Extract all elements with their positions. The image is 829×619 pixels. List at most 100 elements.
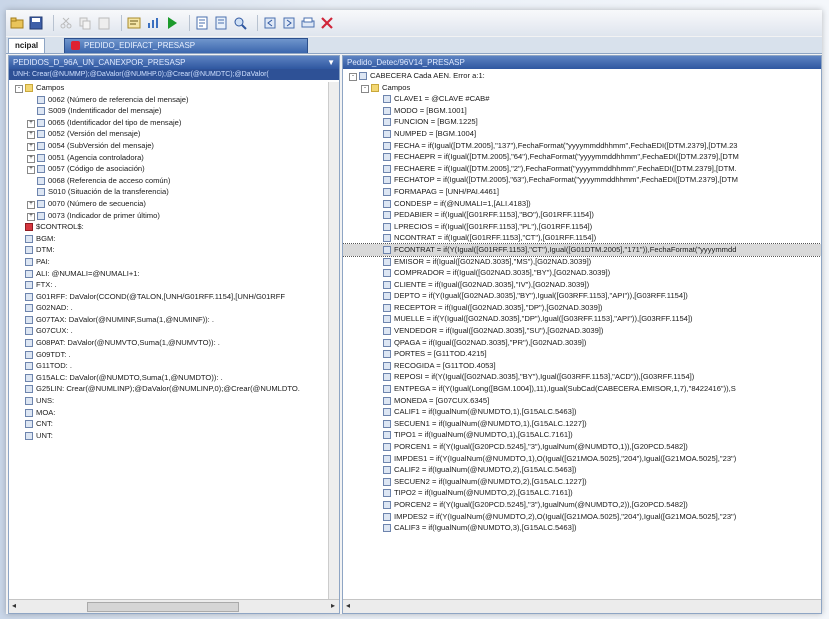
tree-row[interactable]: PORCEN1 = if(Y(Igual([G20PCD.5245],"3"),… <box>343 441 821 453</box>
expand-icon[interactable]: + <box>27 131 35 140</box>
tree-row[interactable]: +0057 (Código de asociación) <box>9 163 339 175</box>
back-icon[interactable] <box>263 16 277 30</box>
tree-row[interactable]: - Campos <box>9 82 339 94</box>
tree-row[interactable]: FECHAEPR = if(Igual([DTM.2005],"64"),Fec… <box>343 151 821 163</box>
doc-icon[interactable] <box>214 16 228 30</box>
paste-icon[interactable] <box>97 16 111 30</box>
tab-principal[interactable]: ncipal <box>8 38 46 53</box>
tree-row[interactable]: - Campos <box>343 82 821 94</box>
tree-row[interactable]: QPAGA = if(Igual([G02NAD.3035],"PR"),[G0… <box>343 337 821 349</box>
horizontal-scrollbar[interactable]: ◂ ▸ <box>9 599 339 613</box>
tree-row[interactable]: - CABECERA Cada AEN. Error a:1: <box>343 70 821 82</box>
tree-row[interactable]: LPRECIOS = if(Igual([G01RFF.1153],"PL"),… <box>343 221 821 233</box>
properties-icon[interactable] <box>127 16 141 30</box>
tree-row[interactable]: SECUEN2 = if(IgualNum(@NUMDTO,2),[G15ALC… <box>343 476 821 488</box>
tree-row[interactable]: CLAVE1 = @CLAVE #CAB# <box>343 93 821 105</box>
find-icon[interactable] <box>233 16 247 30</box>
tree-row[interactable]: CONDESP = if(@NUMALI=1,[ALI.4183]) <box>343 198 821 210</box>
tree-row[interactable]: G25LIN: Crear(@NUMLINP);@DaValor(@NUMLIN… <box>9 383 339 395</box>
tree-row[interactable]: G01RFF: DaValor(CCOND(@TALON,[UNH/G01RFF… <box>9 291 339 303</box>
tree-row[interactable]: BGM: <box>9 233 339 245</box>
tree-row[interactable]: G02NAD: . <box>9 302 339 314</box>
close-icon[interactable] <box>71 41 80 51</box>
chart-icon[interactable] <box>146 16 160 30</box>
tree-row[interactable]: FORMAPAG = [UNH/PAI.4461] <box>343 186 821 198</box>
tree-row[interactable]: G07TAX: DaValor(@NUMINF,Suma(1,@NUMINF))… <box>9 314 339 326</box>
expand-icon[interactable]: + <box>27 142 35 151</box>
tree-row[interactable]: +0052 (Versión del mensaje) <box>9 128 339 140</box>
tree-row[interactable]: NUMPED = [BGM.1004] <box>343 128 821 140</box>
new-doc-icon[interactable] <box>195 16 209 30</box>
tree-row[interactable]: CALIF2 = if(IgualNum(@NUMDTO,2),[G15ALC.… <box>343 464 821 476</box>
tree-row[interactable]: VENDEDOR = if(Igual([G02NAD.3035],"SU"),… <box>343 325 821 337</box>
tree-row[interactable]: CALIF3 = if(IgualNum(@NUMDTO,3),[G15ALC.… <box>343 522 821 534</box>
tree-row[interactable]: G09TDT: . <box>9 349 339 361</box>
tree-row[interactable]: FCONTRAT = if(Y(Igual([G01RFF.1153],"CT"… <box>343 242 821 257</box>
tree-row[interactable]: ALI: @NUMALI=@NUMALI+1: <box>9 268 339 280</box>
tree-row[interactable]: EMISOR = if(Igual([G02NAD.3035],"MS"),[G… <box>343 256 821 268</box>
tree-row[interactable]: PORCEN2 = if(Y(Igual([G20PCD.5245],"3"),… <box>343 499 821 511</box>
tree-row[interactable]: $CONTROL$: <box>9 221 339 233</box>
scroll-thumb[interactable] <box>87 602 239 612</box>
tree-row[interactable]: +0051 (Agencia controladora) <box>9 152 339 164</box>
expand-icon[interactable]: + <box>27 200 35 209</box>
tree-row[interactable]: G07CUX: . <box>9 325 339 337</box>
expand-icon[interactable]: + <box>27 154 35 163</box>
scroll-left-icon[interactable]: ◂ <box>346 601 350 610</box>
open-icon[interactable] <box>10 16 24 30</box>
run-icon[interactable] <box>165 16 179 30</box>
tree-row[interactable]: MONEDA = [G07CUX.6345] <box>343 395 821 407</box>
tree-row[interactable]: S009 (Indentificador del mensaje) <box>9 105 339 117</box>
save-icon[interactable] <box>29 16 43 30</box>
tree-row[interactable]: 0062 (Número de referencia del mensaje) <box>9 94 339 106</box>
tree-row[interactable]: MUELLE = if(Y(Igual([G02NAD.3035],"DP"),… <box>343 313 821 325</box>
tree-row[interactable]: NCONTRAT = if(Igual([G01RFF.1153],"CT"),… <box>343 232 821 244</box>
tree-row[interactable]: RECOGIDA = [G11TOD.4053] <box>343 360 821 372</box>
horizontal-scrollbar[interactable]: ◂ <box>343 599 821 613</box>
left-pane-header[interactable]: PEDIDOS_D_96A_UN_CANEXPOR_PRESASP ▼ <box>9 56 339 69</box>
tree-row[interactable]: FUNCION = [BGM.1225] <box>343 116 821 128</box>
tree-row[interactable]: UNT: <box>9 430 339 442</box>
tree-row[interactable]: IMPDES2 = if(Y(IgualNum(@NUMDTO,2),O(Igu… <box>343 511 821 523</box>
tree-row[interactable]: CLIENTE = if(Igual([G02NAD.3035],"IV"),[… <box>343 279 821 291</box>
tree-row[interactable]: IMPDES1 = if(Y(IgualNum(@NUMDTO,1),O(Igu… <box>343 453 821 465</box>
print-icon[interactable] <box>301 16 315 30</box>
expand-icon[interactable]: + <box>27 166 35 175</box>
tree-row[interactable]: RECEPTOR = if(Igual([G02NAD.3035],"DP"),… <box>343 302 821 314</box>
forward-icon[interactable] <box>282 16 296 30</box>
copy-icon[interactable] <box>78 16 92 30</box>
tree-row[interactable]: S010 (Situación de la transferencia) <box>9 186 339 198</box>
tree-row[interactable]: FECHATOP = if(Igual([DTM.2005],"63"),Fec… <box>343 174 821 186</box>
tree-row[interactable]: PAI: <box>9 256 339 268</box>
tree-row[interactable]: CNT: <box>9 418 339 430</box>
tree-row[interactable]: DTM: <box>9 244 339 256</box>
tree-row[interactable]: +0054 (SubVersión del mensaje) <box>9 140 339 152</box>
tree-row[interactable]: +0070 (Número de secuencia) <box>9 198 339 210</box>
delete-icon[interactable] <box>320 16 334 30</box>
tree-row[interactable]: CALIF1 = if(IgualNum(@NUMDTO,1),[G15ALC.… <box>343 406 821 418</box>
tree-row[interactable]: G08PAT: DaValor(@NUMVTO,Suma(1,@NUMVTO))… <box>9 337 339 349</box>
tree-row[interactable]: DEPTO = if(Y(Igual([G02NAD.3035],"BY"),I… <box>343 290 821 302</box>
tree-row[interactable]: G11TOD: . <box>9 360 339 372</box>
tree-row[interactable]: SECUEN1 = if(IgualNum(@NUMDTO,1),[G15ALC… <box>343 418 821 430</box>
tree-row[interactable]: UNS: <box>9 395 339 407</box>
scroll-right-icon[interactable]: ▸ <box>331 601 335 610</box>
tree-row[interactable]: G15ALC: DaValor(@NUMDTO,Suma(1,@NUMDTO))… <box>9 372 339 384</box>
right-pane-header[interactable]: Pedido_Detec/96V14_PRESASP <box>343 56 821 69</box>
tree-row[interactable]: MOA: <box>9 407 339 419</box>
tree-row[interactable]: +0065 (Identificador del tipo de mensaje… <box>9 117 339 129</box>
expand-icon[interactable]: + <box>27 212 35 221</box>
tree-row[interactable]: COMPRADOR = if(Igual([G02NAD.3035],"BY")… <box>343 267 821 279</box>
chevron-down-icon[interactable]: ▼ <box>327 56 335 69</box>
tree-row[interactable]: +0073 (Indicador de primer último) <box>9 210 339 222</box>
scroll-left-icon[interactable]: ◂ <box>12 601 16 610</box>
tab-document[interactable]: PEDIDO_EDIFACT_PRESASP <box>64 38 308 53</box>
tree-row[interactable]: ENTPEGA = if(Y(Igual(Long([BGM.1004]),11… <box>343 383 821 395</box>
collapse-icon[interactable]: - <box>361 84 369 93</box>
tree-row[interactable]: 0068 (Referencia de acceso común) <box>9 175 339 187</box>
tree-row[interactable]: PORTES = [G11TOD.4215] <box>343 348 821 360</box>
collapse-icon[interactable]: - <box>15 85 23 93</box>
tree-row[interactable]: TIPO1 = if(IgualNum(@NUMDTO,1),[G15ALC.7… <box>343 429 821 441</box>
tree-row[interactable]: FECHA = if(Igual([DTM.2005],"137"),Fecha… <box>343 140 821 152</box>
tree-row[interactable]: PEDABIER = if(Igual([G01RFF.1153],"BO"),… <box>343 209 821 221</box>
